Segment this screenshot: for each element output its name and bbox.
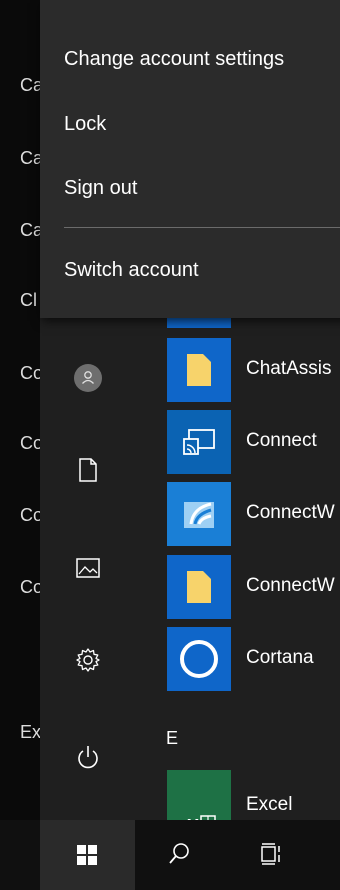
document-icon: [79, 458, 97, 482]
app-tile: X: [167, 770, 231, 820]
user-avatar-button[interactable]: [68, 358, 108, 398]
app-item-connect[interactable]: Connect: [136, 410, 340, 474]
lock-item[interactable]: Lock: [64, 113, 106, 136]
menu-divider: [64, 227, 340, 228]
background-list-item: Cl: [20, 290, 37, 310]
wireless-display-icon: [184, 502, 214, 528]
settings-button[interactable]: [68, 640, 108, 680]
excel-icon: X: [187, 815, 216, 820]
cast-icon: [183, 429, 215, 455]
app-item-connect-w-folder[interactable]: ConnectW: [136, 555, 340, 619]
power-icon: [78, 746, 98, 769]
pictures-icon: [76, 558, 100, 578]
search-button[interactable]: [140, 820, 230, 890]
app-tile: [167, 410, 231, 474]
app-item-connect-wireless[interactable]: ConnectW: [136, 482, 340, 546]
switch-account-item[interactable]: Switch account: [64, 259, 199, 282]
app-name: Excel: [246, 794, 293, 815]
app-name: ChatAssis: [246, 358, 332, 379]
folder-icon: [187, 571, 211, 603]
cortana-icon: [180, 640, 218, 678]
task-view-icon: [261, 843, 280, 865]
search-icon: [169, 843, 189, 864]
app-item-cortana[interactable]: Cortana: [136, 627, 340, 691]
windows-start-icon: [77, 845, 97, 865]
app-name: Connect: [246, 430, 317, 451]
app-name: ConnectW: [246, 575, 335, 596]
background-list-item: Ex: [20, 722, 42, 742]
app-tile: [167, 338, 231, 402]
app-name: ConnectW: [246, 502, 335, 523]
section-letter[interactable]: E: [166, 728, 178, 749]
avatar: [74, 364, 102, 392]
start-button[interactable]: [40, 820, 135, 890]
sign-out-item[interactable]: Sign out: [64, 177, 137, 200]
app-tile: [167, 627, 231, 691]
app-tile: [167, 482, 231, 546]
account-menu-popup: Change account settings Lock Sign out Sw…: [40, 0, 340, 318]
app-item-chatassis[interactable]: ChatAssis: [136, 338, 340, 402]
documents-button[interactable]: [68, 450, 108, 490]
task-view-button[interactable]: [230, 820, 320, 890]
change-account-settings-item[interactable]: Change account settings: [64, 48, 284, 71]
background-app-list: Ca Ca Ca Cl Co Co Co Co Ex: [0, 0, 43, 890]
app-name: Cortana: [246, 647, 314, 668]
pictures-button[interactable]: [68, 548, 108, 588]
power-button[interactable]: [68, 738, 108, 778]
folder-icon: [187, 354, 211, 386]
taskbar: [0, 820, 340, 890]
app-item-excel[interactable]: X Excel: [136, 770, 340, 820]
settings-icon: [76, 648, 100, 672]
app-tile: [167, 555, 231, 619]
